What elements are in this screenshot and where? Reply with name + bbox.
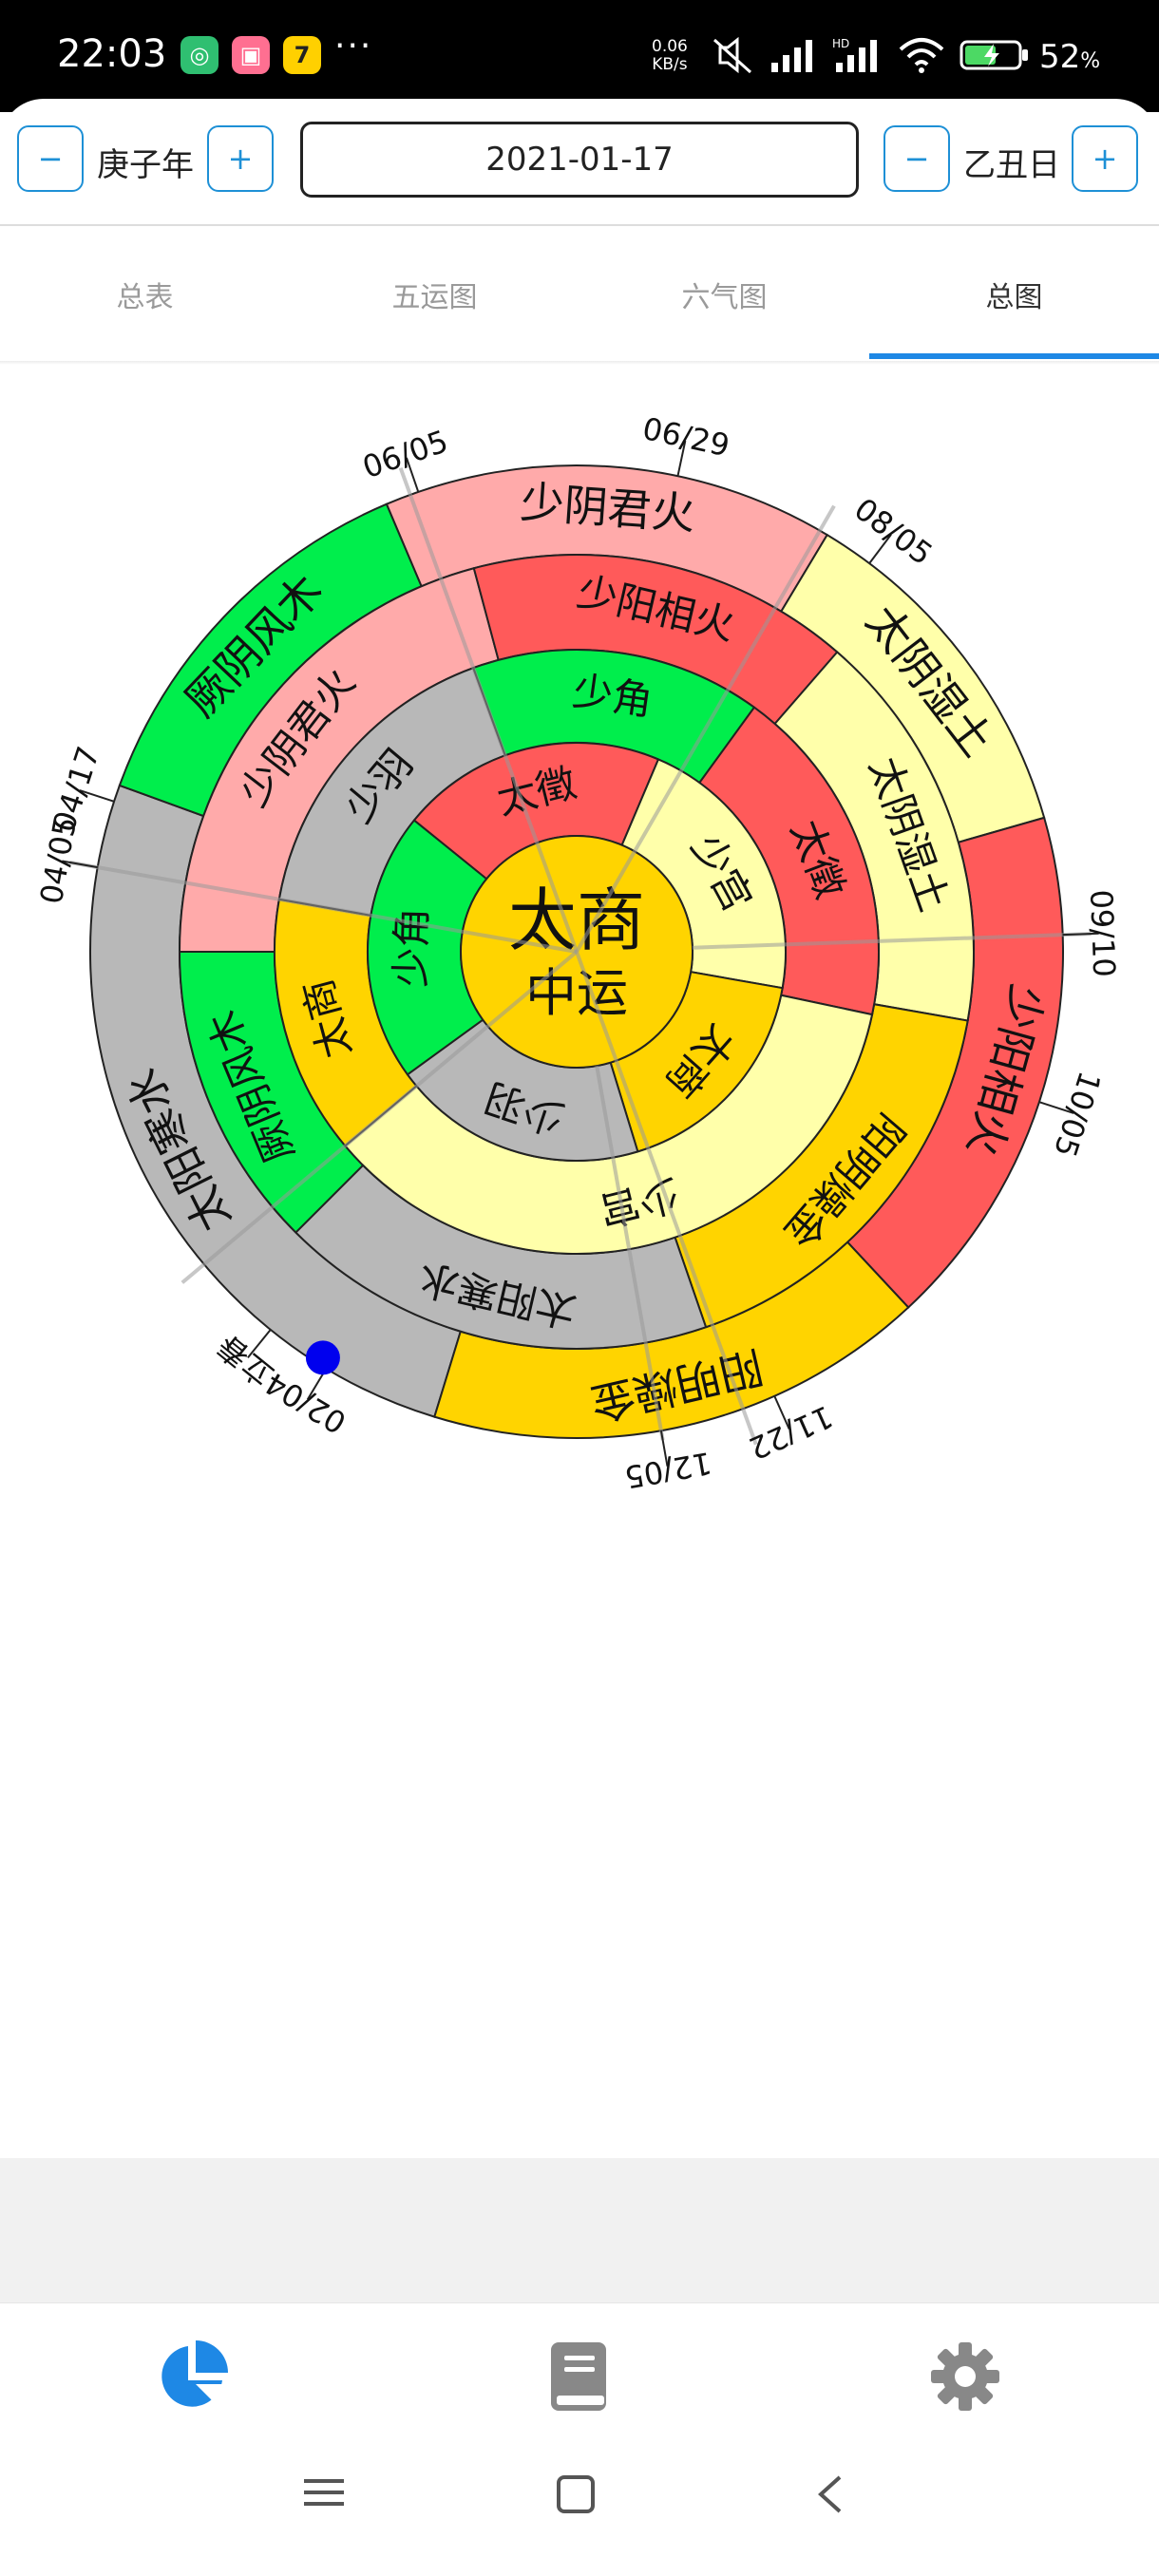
day-label: 乙丑日: [963, 146, 1060, 184]
current-date-marker[interactable]: [305, 1340, 340, 1375]
network-speed-unit: KB/s: [652, 55, 688, 74]
app-notification-icon: 7: [283, 36, 321, 74]
battery-charging-icon: [960, 40, 1028, 70]
back-nav-icon[interactable]: [813, 2473, 847, 2515]
tab-six-qi[interactable]: 六气图: [580, 226, 869, 363]
day-decrement-button[interactable]: −: [884, 125, 950, 192]
svg-text:HD: HD: [832, 37, 849, 50]
wuyun-liuqi-wheel[interactable]: 太阳寒水厥阴风木少阴君火太阴湿土少阳相火阳明燥金厥阴风木少阴君火少阳相火太阴湿土…: [0, 365, 1159, 1505]
date-picker-field[interactable]: 2021-01-17: [300, 122, 859, 198]
tab-bar: 总表 五运图 六气图 总图: [0, 226, 1159, 363]
tab-five-movements[interactable]: 五运图: [290, 226, 580, 363]
book-icon[interactable]: [542, 2339, 618, 2415]
year-increment-button[interactable]: +: [207, 125, 274, 192]
mute-icon: [712, 36, 752, 74]
date-label: 09/10: [1083, 889, 1122, 977]
date-label: 11/22: [743, 1398, 838, 1467]
tab-overview[interactable]: 总图: [869, 226, 1159, 363]
home-nav-icon[interactable]: [555, 2473, 597, 2515]
content-footer-area: [0, 2158, 1159, 2302]
date-label: 12/05: [621, 1445, 713, 1495]
app-notification-icon: ▣: [232, 36, 270, 74]
network-speed: 0.06 KB/s: [652, 38, 688, 74]
date-label: 10/05: [1047, 1067, 1109, 1161]
signal-hd-icon: HD: [832, 37, 877, 72]
wifi-icon: [899, 38, 944, 73]
date-label: 06/29: [639, 410, 732, 464]
app-notification-icon: ◎: [180, 36, 218, 74]
menu-nav-icon[interactable]: [300, 2473, 348, 2511]
day-increment-button[interactable]: +: [1072, 125, 1138, 192]
more-notifications-icon: ···: [334, 27, 373, 66]
status-time: 22:03: [57, 32, 167, 76]
tab-summary-table[interactable]: 总表: [0, 226, 290, 363]
pie-chart-icon[interactable]: [154, 2339, 230, 2415]
signal-icon: [771, 40, 812, 72]
battery-percent: 52%: [1039, 38, 1101, 76]
year-decrement-button[interactable]: −: [17, 125, 84, 192]
year-label: 庚子年: [97, 146, 194, 184]
active-tab-indicator: [869, 353, 1159, 359]
status-bar: 22:03 ◎ ▣ 7 ··· 0.06 KB/s HD 52%: [0, 0, 1159, 112]
center-subtitle: 中运: [525, 963, 628, 1023]
gear-icon[interactable]: [927, 2339, 1003, 2415]
network-speed-value: 0.06: [652, 37, 688, 56]
date-label: 04/17: [46, 742, 107, 836]
